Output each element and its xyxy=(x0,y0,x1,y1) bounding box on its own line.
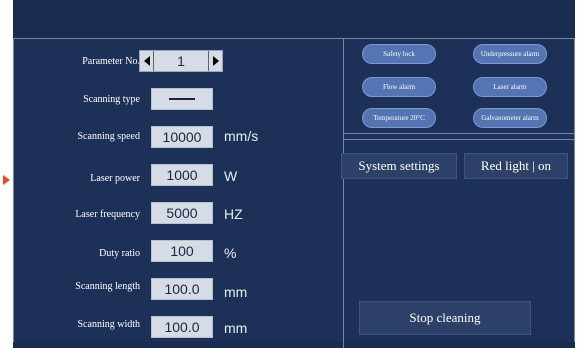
scanning-width-label: Scanning width xyxy=(77,319,141,330)
laser-frequency-label: Laser frequency xyxy=(75,209,140,220)
scanning-length-field[interactable]: 100.0 xyxy=(151,278,213,300)
parameter-no-label: Parameter No. xyxy=(82,56,140,67)
triangle-right-icon xyxy=(212,56,219,66)
scanning-speed-field[interactable]: 10000 xyxy=(151,126,213,148)
increment-button[interactable] xyxy=(209,51,222,71)
decrement-button[interactable] xyxy=(140,51,153,71)
flow-alarm-indicator: Flow alarm xyxy=(362,77,436,97)
scanning-speed-unit: mm/s xyxy=(224,128,259,144)
scanning-length-unit: mm xyxy=(224,284,248,300)
alarm-divider-top xyxy=(344,133,575,134)
alarm-divider-bottom xyxy=(344,139,575,140)
parameter-no-value: 1 xyxy=(177,53,185,69)
scanning-width-field[interactable]: 100.0 xyxy=(151,316,213,338)
galvanometer-alarm-indicator: Galvanometer alarm xyxy=(473,108,547,128)
system-settings-button[interactable]: System settings xyxy=(341,153,457,179)
safety-lock-indicator: Safety lock xyxy=(362,44,436,64)
laser-frequency-unit: HZ xyxy=(224,206,243,222)
scanning-type-selector[interactable] xyxy=(151,88,213,110)
duty-ratio-label: Duty ratio xyxy=(99,248,140,259)
top-bar xyxy=(13,0,575,38)
line-scan-icon xyxy=(169,98,195,100)
stop-cleaning-button[interactable]: Stop cleaning xyxy=(359,301,531,335)
temperature-indicator: Temperature 20°C xyxy=(362,108,436,128)
scanning-width-unit: mm xyxy=(224,320,248,336)
duty-ratio-unit: % xyxy=(224,245,237,261)
scanning-length-label: Scanning length xyxy=(75,281,140,292)
scanning-type-label: Scanning type xyxy=(83,94,140,105)
laser-power-unit: W xyxy=(224,168,238,184)
underpressure-alarm-indicator: Underpressure alarm xyxy=(473,44,547,64)
laser-frequency-field[interactable]: 5000 xyxy=(151,202,213,224)
red-light-toggle-button[interactable]: Red light | on xyxy=(464,153,568,179)
panel-divider xyxy=(343,38,344,348)
parameter-no-stepper[interactable]: 1 xyxy=(139,50,223,72)
duty-ratio-field[interactable]: 100 xyxy=(151,240,213,262)
laser-power-field[interactable]: 1000 xyxy=(151,164,213,186)
laser-alarm-indicator: Laser alarm xyxy=(473,77,547,97)
scanning-speed-label: Scanning speed xyxy=(77,131,141,142)
triangle-left-icon xyxy=(143,56,150,66)
laser-power-label: Laser power xyxy=(90,173,140,184)
